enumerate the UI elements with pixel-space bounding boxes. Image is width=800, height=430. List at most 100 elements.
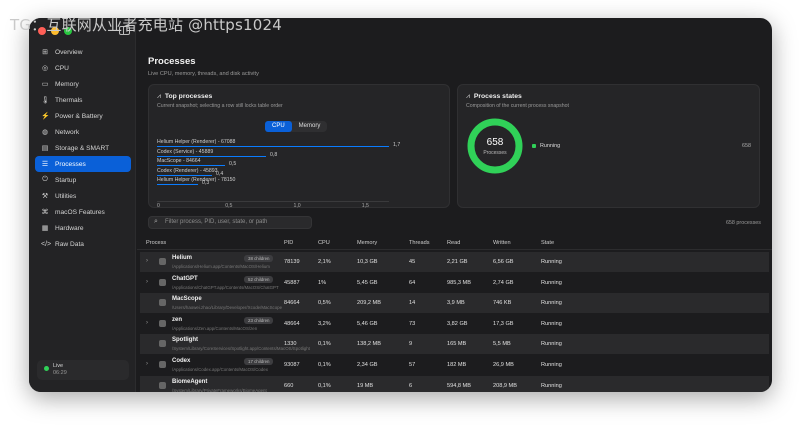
bar-row[interactable]: Helium Helper (Renderer) - 78150 0,3 — [157, 177, 443, 186]
bar-value: 0,8 — [270, 151, 278, 158]
sidebar-item-memory[interactable]: ▭ Memory — [35, 76, 131, 92]
column-header-process[interactable]: Process — [146, 240, 166, 246]
sidebar-item-thermals[interactable]: 🌡 Thermals — [35, 92, 131, 108]
process-states-title: ⩘ Process states — [466, 93, 522, 101]
bar-row[interactable]: Helium Helper (Renderer) - 67088 1,7 — [157, 139, 443, 148]
cell-read: 165 MB — [447, 341, 467, 348]
top-processes-bars: Helium Helper (Renderer) - 67088 1,7 Codex… — [157, 139, 443, 195]
table-row[interactable]: › zen/Applications/Zen.app/Contents/MacOS… — [140, 314, 769, 334]
x-tick-label: 1,0 — [293, 203, 301, 209]
sidebar-item-processes[interactable]: ☰ Processes — [35, 156, 131, 172]
segment-memory[interactable]: Memory — [292, 121, 328, 132]
cell-written: 17,3 GB — [493, 320, 514, 327]
bar-row[interactable]: Codex (Renderer) - 45893 0,4 — [157, 168, 443, 177]
drive-icon: ▤ — [41, 145, 49, 152]
children-badge: 52 children — [244, 275, 274, 283]
segment-cpu[interactable]: CPU — [265, 121, 292, 132]
sidebar-item-overview[interactable]: ⊞ Overview — [35, 44, 131, 60]
cell-state: Running — [541, 341, 562, 348]
cell-threads: 14 — [409, 300, 416, 307]
bar-label: Helium Helper (Renderer) - 78150 — [157, 177, 236, 184]
table-row[interactable]: MacScope/Users/haowei.zhao/Library/Devel… — [140, 293, 769, 314]
cell-written: 26,9 MB — [493, 362, 514, 368]
sidebar-item-startup[interactable]: ⏻ Startup — [35, 172, 131, 188]
table-row[interactable]: › Codex/Applications/Codex.app/Contents/M… — [140, 355, 769, 375]
column-header-read[interactable]: Read — [447, 240, 460, 246]
column-header-written[interactable]: Written — [493, 240, 511, 246]
chevron-right-icon[interactable]: › — [146, 279, 148, 285]
filter-input[interactable]: ⌕ Filter process, PID, user, state, or p… — [148, 216, 312, 229]
x-axis: 0 0,5 1,0 1,5 — [157, 203, 443, 211]
column-header-pid[interactable]: PID — [284, 240, 293, 246]
chevron-right-icon[interactable]: › — [146, 258, 148, 264]
sidebar-item-network[interactable]: ◍ Network — [35, 124, 131, 140]
chevron-right-icon[interactable]: › — [146, 320, 148, 326]
power-icon: ⏻ — [42, 176, 48, 183]
sidebar-item-label: Power & Battery — [55, 112, 103, 120]
sidebar-item-power-battery[interactable]: ⚡ Power & Battery — [35, 108, 131, 124]
thermometer-icon: 🌡 — [41, 97, 50, 104]
chart-icon: ⩘ — [157, 93, 161, 100]
app-icon — [159, 381, 166, 389]
column-header-cpu[interactable]: CPU — [318, 240, 330, 246]
memory-icon: ▭ — [41, 81, 49, 88]
sidebar-item-label: macOS Features — [55, 208, 105, 216]
bolt-icon: ⚡ — [41, 113, 50, 120]
x-axis-line — [157, 201, 389, 202]
column-header-threads[interactable]: Threads — [409, 240, 430, 246]
cell-cpu: 2,1% — [318, 259, 331, 265]
bar-row[interactable]: Codex (Service) - 45889 0,8 — [157, 149, 443, 158]
cell-read: 3,9 MB — [447, 300, 465, 307]
bar-row[interactable]: MacScope - 84664 0,5 — [157, 158, 443, 167]
table-row[interactable]: BiomeAgent/System/Library/PrivateFramewo… — [140, 375, 769, 392]
chart-icon: ⩘ — [466, 93, 470, 100]
cell-threads: 9 — [409, 341, 413, 348]
cell-memory: 5,46 GB — [357, 320, 378, 327]
donut-total: 658 — [486, 137, 504, 148]
sidebar-item-raw-data[interactable]: </> Raw Data — [35, 236, 131, 252]
sidebar-item-hardware[interactable]: ▦ Hardware — [35, 220, 131, 236]
x-tick-label: 1,5 — [361, 203, 369, 209]
sidebar-item-macos-features[interactable]: ⌘ macOS Features — [35, 204, 131, 220]
sidebar-item-label: Processes — [55, 160, 86, 168]
cell-cpu: 3,2% — [318, 320, 331, 327]
cell-written: 2,74 GB — [493, 279, 514, 286]
cell-pid: 45887 — [284, 279, 300, 286]
chevron-right-icon[interactable]: › — [146, 361, 148, 367]
table-row[interactable]: Spotlight/System/Library/CoreServices/Sp… — [140, 334, 769, 355]
cell-cpu: 0,5% — [318, 300, 331, 307]
cell-pid: 660 — [284, 382, 294, 389]
app-icon — [159, 278, 166, 286]
cell-memory: 209,2 MB — [357, 300, 381, 307]
app-icon — [159, 258, 166, 265]
table-row[interactable]: › Helium/Applications/Helium.app/Contents… — [140, 252, 769, 272]
live-dot-icon — [44, 366, 49, 371]
donut-total-label: Processes — [483, 150, 507, 156]
sidebar-item-cpu[interactable]: ◎ CPU — [35, 60, 131, 76]
cell-cpu: 0,1% — [318, 362, 331, 368]
bar-label: Helium Helper (Renderer) - 67088 — [157, 139, 236, 145]
table-row[interactable]: › ChatGPT/Applications/ChatGPT.app/Conten… — [140, 273, 769, 293]
cell-cpu: 0,1% — [318, 382, 331, 389]
column-header-memory[interactable]: Memory — [357, 240, 377, 246]
column-header-state[interactable]: State — [541, 240, 554, 246]
bar — [157, 155, 266, 157]
sidebar-item-utilities[interactable]: ⚒ Utilities — [35, 188, 131, 204]
bar-label: Codex (Service) - 45889 — [157, 148, 214, 155]
bar-value: 0,5 — [229, 161, 237, 168]
cell-memory: 19 MB — [357, 382, 374, 389]
cell-memory: 2,34 GB — [357, 362, 378, 368]
children-badge: 38 children — [244, 255, 274, 262]
cell-threads: 6 — [409, 382, 413, 389]
cell-state: Running — [541, 279, 562, 286]
children-badge: 23 children — [244, 316, 274, 324]
cell-cpu: 0,1% — [318, 341, 331, 348]
children-badge: 17 children — [244, 358, 274, 365]
grid-icon: ⊞ — [42, 49, 48, 56]
sidebar-item-storage-smart[interactable]: ▤ Storage & SMART — [35, 140, 131, 156]
process-states-card: ⩘ Process states Composition of the curre… — [457, 84, 760, 208]
cell-threads: 45 — [409, 259, 416, 265]
bar-label: Codex (Renderer) - 45893 — [157, 167, 218, 174]
cell-state: Running — [541, 259, 562, 265]
bar — [157, 174, 212, 176]
